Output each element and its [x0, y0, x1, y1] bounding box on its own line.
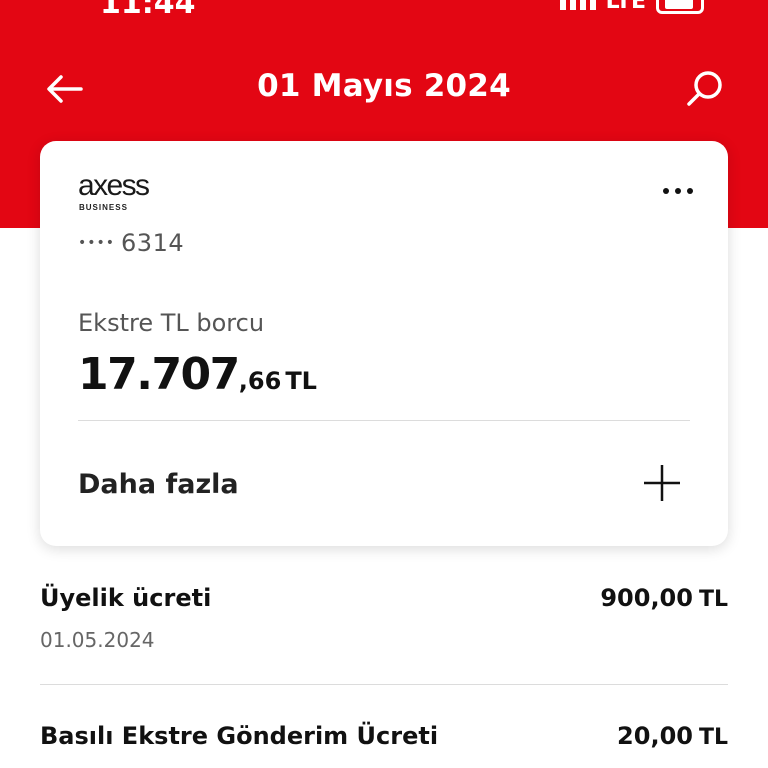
page-title: 01 Mayıs 2024	[257, 68, 511, 104]
card-number: •••• 6314	[78, 229, 185, 257]
status-indicators: LTE	[559, 0, 704, 14]
debt-label: Ekstre TL borcu	[78, 309, 265, 337]
debt-integer: 17.707	[78, 349, 240, 400]
more-options-icon[interactable]	[658, 181, 698, 201]
battery-icon	[656, 0, 704, 14]
debt-amount: 17.707,66 TL	[78, 349, 317, 400]
signal-icon	[559, 0, 596, 10]
transaction-row[interactable]: Üyelik ücreti 01.05.2024 900,00 TL	[40, 584, 728, 664]
credit-card-summary: axess BUSINESS •••• 6314 Ekstre TL borcu …	[40, 141, 728, 546]
transaction-amount: 20,00 TL	[617, 722, 728, 750]
divider	[78, 420, 690, 421]
transaction-title: Üyelik ücreti	[40, 584, 212, 612]
network-label: LTE	[605, 0, 646, 14]
show-more-label: Daha fazla	[78, 469, 239, 500]
search-button[interactable]	[680, 64, 730, 114]
debt-currency: TL	[285, 367, 317, 395]
debt-decimal: ,66	[238, 367, 282, 395]
transaction-row[interactable]: Basılı Ekstre Gönderim Ücreti 20,00 TL	[40, 722, 728, 768]
divider	[40, 684, 728, 685]
transaction-amount: 900,00 TL	[600, 584, 728, 612]
search-icon	[687, 71, 722, 106]
axess-logo: axess BUSINESS	[78, 169, 150, 213]
show-more-row[interactable]: Daha fazla	[78, 459, 690, 509]
status-bar: 11:44 LTE	[0, 0, 768, 21]
status-time: 11:44	[100, 0, 196, 21]
plus-icon	[644, 465, 680, 501]
transaction-title: Basılı Ekstre Gönderim Ücreti	[40, 722, 439, 750]
transaction-date: 01.05.2024	[40, 628, 155, 652]
